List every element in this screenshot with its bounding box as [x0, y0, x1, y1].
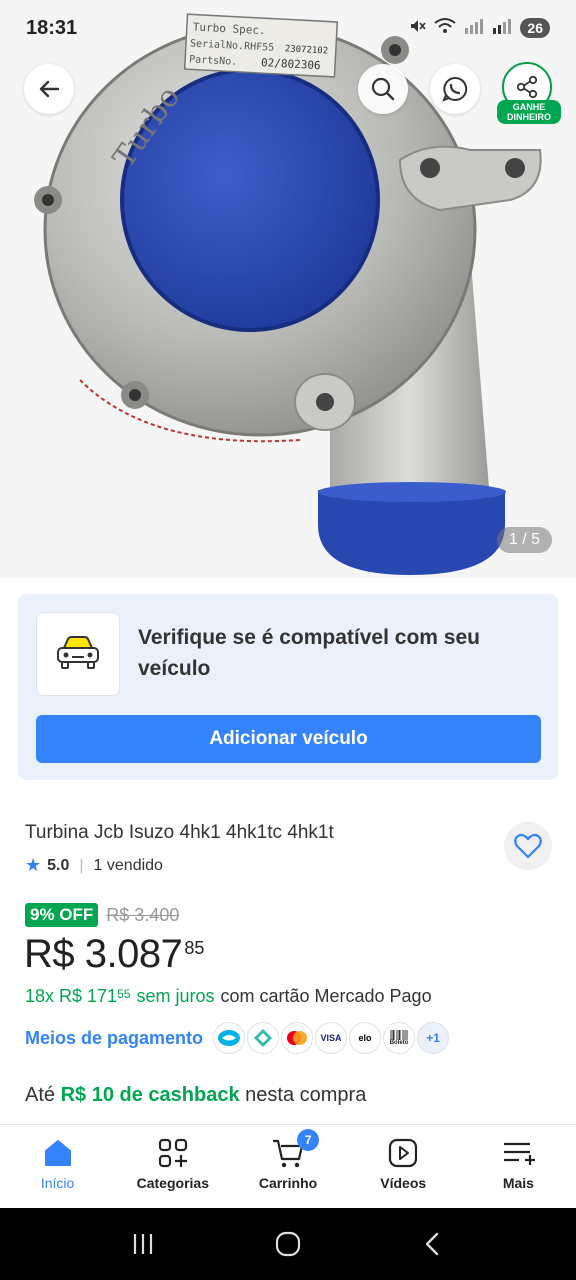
old-price: R$ 3.400 — [106, 904, 180, 925]
product-image-carousel[interactable]: Turbo Spec. SerialNo.RHF55 23072102 Part… — [0, 0, 576, 578]
price-cents: 85 — [184, 938, 205, 958]
more-payments-chip[interactable]: +1 — [417, 1022, 450, 1054]
home-icon — [44, 1140, 71, 1166]
nav-label-categorias: Categorias — [136, 1175, 209, 1191]
car-icon — [57, 636, 99, 669]
boleto-label: Boleto — [389, 1040, 409, 1046]
wifi-icon — [434, 17, 457, 40]
android-system-nav — [0, 1208, 576, 1280]
payment-methods-link[interactable]: Meios de pagamento — [25, 1028, 203, 1049]
whatsapp-icon — [442, 76, 468, 102]
nav-item-carrinho[interactable]: 7 Carrinho — [230, 1125, 345, 1208]
car-icon-box — [36, 612, 120, 696]
whatsapp-share-button[interactable] — [430, 64, 480, 114]
product-image: Turbo Spec. SerialNo.RHF55 23072102 Part… — [34, 13, 542, 575]
status-time: 18:31 — [26, 16, 78, 39]
mute-icon — [408, 17, 427, 40]
videos-icon — [389, 1138, 418, 1168]
pix-icon — [247, 1022, 280, 1054]
installments-cents: 55 — [117, 987, 131, 1001]
visa-icon: VISA — [315, 1022, 348, 1054]
back-system-button[interactable] — [403, 1214, 463, 1274]
share-icon — [516, 75, 538, 99]
star-icon: ★ — [25, 855, 42, 875]
boleto-icon: Boleto — [383, 1022, 416, 1054]
mastercard-icon — [281, 1022, 314, 1054]
arrow-left-icon — [39, 80, 60, 98]
discount-row: 9% OFF R$ 3.400 — [25, 903, 179, 927]
cart-count-badge: 7 — [297, 1129, 320, 1151]
recent-apps-icon — [133, 1234, 152, 1254]
categories-icon — [158, 1138, 187, 1168]
mercado-pago-icon — [213, 1022, 246, 1054]
rating-separator: | — [79, 856, 84, 874]
cashback-info: Até R$ 10 de cashback nesta compra — [25, 1084, 366, 1107]
nav-item-inicio[interactable]: Início — [0, 1125, 115, 1208]
nav-label-mais: Mais — [502, 1175, 534, 1191]
nav-item-categorias[interactable]: Categorias — [115, 1125, 230, 1208]
nav-item-videos[interactable]: Vídeos — [346, 1125, 461, 1208]
rating-score: 5.0 — [47, 856, 70, 874]
chevron-left-icon — [426, 1232, 439, 1256]
elo-icon: elo — [349, 1022, 382, 1054]
heart-icon — [514, 833, 542, 859]
nav-label-inicio: Início — [40, 1175, 75, 1191]
signal-icon — [464, 18, 484, 39]
discount-badge: 9% OFF — [25, 903, 99, 927]
share-earn-label: GANHE DINHEIRO — [497, 100, 561, 124]
sold-count: 1 vendido — [93, 856, 163, 874]
more-icon — [504, 1142, 536, 1165]
cashback-prefix: Até — [25, 1084, 56, 1106]
favorite-button[interactable] — [504, 822, 552, 870]
installments-suffix: com cartão Mercado Pago — [220, 986, 432, 1006]
cashback-amount: R$ 10 de cashback — [60, 1084, 240, 1106]
back-button[interactable] — [24, 64, 74, 114]
add-vehicle-button[interactable]: Adicionar veículo — [36, 715, 541, 763]
search-icon — [371, 77, 395, 101]
rating-row[interactable]: ★ 5.0 | 1 vendido — [25, 855, 163, 876]
nav-label-carrinho: Carrinho — [258, 1175, 318, 1191]
cashback-suffix: nesta compra — [245, 1084, 367, 1106]
status-icons: 26 — [408, 17, 550, 40]
nav-item-mais[interactable]: Mais — [461, 1125, 576, 1208]
bottom-navigation: Início Categorias 7 Carrinho Vídeos Mais — [0, 1124, 576, 1208]
search-button[interactable] — [358, 64, 408, 114]
installments-interest: sem juros — [136, 986, 215, 1006]
battery-indicator: 26 — [520, 18, 550, 38]
status-bar: 18:31 26 — [0, 0, 576, 56]
home-system-button[interactable] — [258, 1214, 318, 1274]
installments-amount: 18x R$ 171 — [25, 986, 118, 1006]
signal-icon-2 — [492, 18, 512, 39]
image-counter: 1 / 5 — [496, 527, 552, 553]
home-circle-icon — [275, 1231, 301, 1257]
product-page: Turbo Spec. SerialNo.RHF55 23072102 Part… — [0, 0, 576, 1280]
current-price: R$ 3.087 85 — [24, 932, 204, 977]
payment-methods-row[interactable]: Meios de pagamento VISA elo Boleto +1 — [25, 1022, 451, 1054]
compatibility-text: Verifique se é compatível com seu veícul… — [138, 626, 480, 680]
price-main: R$ 3.087 — [24, 932, 183, 976]
installments-info: 18x R$ 171 55 sem juros com cartão Merca… — [25, 986, 432, 1007]
recent-apps-button[interactable] — [113, 1214, 173, 1274]
vehicle-compatibility-card: Verifique se é compatível com seu veícul… — [18, 594, 558, 780]
nav-label-videos: Vídeos — [380, 1175, 427, 1191]
product-title: Turbina Jcb Isuzo 4hk1 4hk1tc 4hk1t — [25, 822, 334, 843]
